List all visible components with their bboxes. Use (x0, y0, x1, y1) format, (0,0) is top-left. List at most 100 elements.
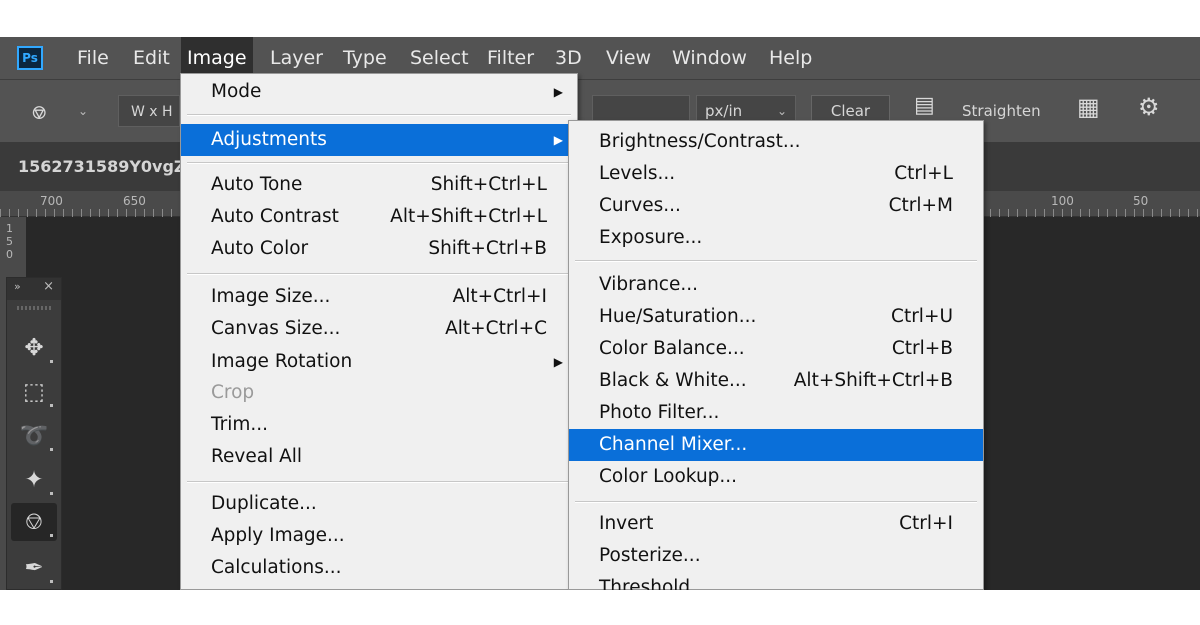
menu-item-label: Adjustments (211, 129, 327, 150)
menu-separator (187, 114, 571, 116)
submenu-arrow-icon: ▶ (553, 133, 563, 147)
menu-item-color-balance[interactable]: Color Balance... Ctrl+B (569, 333, 983, 365)
grid-overlay-icon[interactable]: ▦ (1077, 93, 1100, 121)
submenu-arrow-icon: ▶ (553, 85, 563, 99)
ruler-label: 650 (123, 194, 146, 208)
menu-item-shortcut: Alt+Ctrl+I (452, 286, 547, 307)
menu-item-label: Curves... (599, 195, 681, 216)
collapse-icon[interactable]: » (14, 280, 21, 293)
menu-item-label: Reveal All (211, 446, 303, 467)
straighten-icon[interactable]: ▤ (914, 93, 935, 118)
menu-item-label: Levels... (599, 163, 676, 184)
menu-view[interactable]: View (600, 37, 657, 79)
menu-item-shortcut: Shift+Ctrl+B (428, 238, 547, 259)
menu-item-shortcut: Ctrl+I (899, 513, 953, 534)
menu-separator (575, 501, 977, 503)
crop-tool-icon[interactable]: ⎊ (11, 503, 57, 541)
close-icon[interactable]: × (43, 279, 54, 294)
menu-item-color-lookup[interactable]: Color Lookup... (569, 461, 983, 493)
menu-separator (187, 162, 571, 164)
menu-item-channel-mixer[interactable]: Channel Mixer... (569, 429, 983, 461)
menu-item-hue-saturation[interactable]: Hue/Saturation... Ctrl+U (569, 301, 983, 333)
menu-item-label: Photo Filter... (599, 402, 720, 423)
menu-item-shortcut: Ctrl+M (888, 195, 953, 216)
menu-item-label: Mode (211, 81, 262, 102)
menu-item-auto-tone[interactable]: Auto Tone Shift+Ctrl+L (181, 169, 577, 201)
menu-separator (575, 260, 977, 262)
menu-item-curves[interactable]: Curves... Ctrl+M (569, 190, 983, 222)
menu-item-shortcut: Alt+Ctrl+C (445, 318, 547, 339)
ruler-label: 5 (6, 235, 13, 248)
menu-item-canvas-size[interactable]: Canvas Size... Alt+Ctrl+C (181, 313, 577, 345)
menu-item-shortcut: Alt+Shift+Ctrl+B (793, 370, 953, 391)
menu-item-label: Vibrance... (599, 274, 698, 295)
menu-item-crop: Crop (181, 377, 577, 409)
menu-item-shortcut: Ctrl+L (894, 163, 953, 184)
menu-item-label: Image Size... (211, 286, 331, 307)
document-title: 1562731589Y0vgZU (18, 157, 199, 176)
menu-item-mode[interactable]: Mode ▶ (181, 76, 577, 108)
menu-item-label: Auto Contrast (211, 206, 339, 227)
menu-item-image-size[interactable]: Image Size... Alt+Ctrl+I (181, 281, 577, 313)
lasso-tool-icon[interactable]: ➰ (11, 417, 57, 455)
move-tool-icon[interactable]: ✥ (11, 329, 57, 367)
menu-item-posterize[interactable]: Posterize... (569, 540, 983, 572)
menu-item-trim[interactable]: Trim... (181, 409, 577, 441)
ratio-select[interactable]: W x H (118, 95, 180, 127)
menu-item-image-rotation[interactable]: Image Rotation ▶ (181, 346, 577, 378)
menu-item-threshold[interactable]: Threshold... (569, 572, 983, 590)
menu-item-levels[interactable]: Levels... Ctrl+L (569, 158, 983, 190)
adjustments-submenu: Brightness/Contrast... Levels... Ctrl+L … (568, 120, 984, 590)
ruler-label: 100 (1051, 194, 1074, 208)
menu-item-label: Image Rotation (211, 351, 353, 372)
marquee-tool-icon[interactable]: ⬚ (11, 373, 57, 411)
magic-wand-tool-icon[interactable]: ✦ (11, 461, 57, 499)
menu-item-exposure[interactable]: Exposure... (569, 222, 983, 254)
menu-item-label: Crop (211, 382, 255, 403)
menu-item-calculations[interactable]: Calculations... (181, 552, 577, 584)
menu-item-apply-image[interactable]: Apply Image... (181, 520, 577, 552)
menu-window[interactable]: Window (666, 37, 753, 79)
menu-item-invert[interactable]: Invert Ctrl+I (569, 508, 983, 540)
menu-item-vibrance[interactable]: Vibrance... (569, 269, 983, 301)
menu-item-reveal-all[interactable]: Reveal All (181, 441, 577, 473)
menu-item-label: Color Lookup... (599, 466, 738, 487)
menu-item-shortcut: Alt+Shift+Ctrl+L (390, 206, 547, 227)
gear-icon[interactable]: ⚙ (1138, 93, 1160, 121)
menu-item-label: Canvas Size... (211, 318, 341, 339)
menu-item-black-white[interactable]: Black & White... Alt+Shift+Ctrl+B (569, 365, 983, 397)
menu-edit[interactable]: Edit (127, 37, 176, 79)
chevron-down-icon[interactable]: ⌄ (78, 104, 88, 118)
menu-item-label: Posterize... (599, 545, 701, 566)
menu-item-brightness-contrast[interactable]: Brightness/Contrast... (569, 126, 983, 158)
menu-item-photo-filter[interactable]: Photo Filter... (569, 397, 983, 429)
menu-item-auto-contrast[interactable]: Auto Contrast Alt+Shift+Ctrl+L (181, 201, 577, 233)
menu-item-label: Auto Color (211, 238, 309, 259)
menu-item-label: Exposure... (599, 227, 703, 248)
menu-help[interactable]: Help (763, 37, 818, 79)
menu-item-adjustments[interactable]: Adjustments ▶ (181, 124, 577, 156)
menu-item-label: Trim... (211, 414, 268, 435)
menu-item-shortcut: Shift+Ctrl+L (430, 174, 547, 195)
ruler-label: 1 (6, 222, 13, 235)
menu-separator (187, 273, 571, 275)
menu-item-label: Black & White... (599, 370, 747, 391)
menu-item-label: Apply Image... (211, 525, 345, 546)
drag-handle[interactable] (17, 306, 51, 310)
tools-panel: » × ✥ ⬚ ➰ ✦ ⎊ ✒ (6, 277, 62, 590)
crop-icon[interactable]: ⎊ (32, 98, 46, 126)
menu-file[interactable]: File (71, 37, 115, 79)
menu-item-auto-color[interactable]: Auto Color Shift+Ctrl+B (181, 233, 577, 265)
tools-panel-header[interactable]: » × (7, 278, 61, 300)
photoshop-logo[interactable]: Ps (17, 46, 43, 70)
ruler-label: 0 (6, 248, 13, 261)
menu-item-label: Color Balance... (599, 338, 745, 359)
ruler-label: 700 (40, 194, 63, 208)
menu-item-label: Brightness/Contrast... (599, 131, 801, 152)
menu-item-label: Hue/Saturation... (599, 306, 757, 327)
menu-item-label: Channel Mixer... (599, 434, 748, 455)
menu-separator (187, 481, 571, 483)
menu-item-duplicate[interactable]: Duplicate... (181, 488, 577, 520)
menu-item-label: Threshold... (599, 577, 708, 590)
eyedropper-tool-icon[interactable]: ✒ (11, 549, 57, 587)
